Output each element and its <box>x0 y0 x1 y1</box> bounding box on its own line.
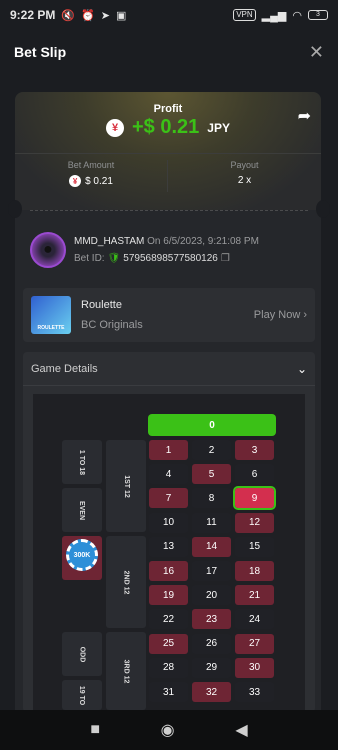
roulette-number-cell: 33 <box>235 682 274 702</box>
bet-amount-value-row: ¥ $ 0.21 <box>15 175 167 187</box>
roulette-number-cell: 32 <box>192 682 231 702</box>
copy-icon[interactable]: ❐ <box>221 253 230 264</box>
card-divider <box>15 153 321 154</box>
roulette-number-cell: 12 <box>235 512 274 533</box>
ticket-separator <box>30 210 308 211</box>
status-right: VPN ▂▄▆ ◠ 3 <box>233 9 328 22</box>
roulette-number-cell: 29 <box>192 657 231 678</box>
roulette-number-cell: 6 <box>235 464 274 485</box>
avatar[interactable]: ● <box>30 232 66 268</box>
payout-label: Payout <box>230 160 259 170</box>
roulette-number-cell: 15 <box>235 536 274 557</box>
outside-19-to-36: 19 TO <box>62 680 102 710</box>
roulette-number-cell: 20 <box>192 585 231 606</box>
game-provider: BC Originals <box>81 319 143 331</box>
roulette-number-cell: 22 <box>149 609 188 630</box>
roulette-thumbnail: ROULETTE <box>31 296 71 334</box>
roulette-number-cell: 10 <box>149 512 188 533</box>
bet-id-value: 57956898577580126 <box>123 253 218 264</box>
roulette-number-cell: 19 <box>149 585 188 606</box>
roulette-number-cell: 23 <box>192 609 231 630</box>
roulette-number-cell: 1 <box>149 440 188 460</box>
share-icon[interactable]: ➦ <box>298 106 311 126</box>
roulette-zero: 0 <box>148 414 276 436</box>
roulette-number-cell: 30 <box>235 657 274 678</box>
profit-value: +$ 0.21 <box>132 116 200 138</box>
profit-row: ¥ +$ 0.21 JPY <box>15 116 321 139</box>
back-button[interactable]: ◀ <box>235 720 247 740</box>
verified-shield-icon: 🛡 <box>107 253 121 264</box>
roulette-number-cell: 3 <box>235 440 274 460</box>
status-bar: 9:22 PM 🔇 ⏰ ➤ ▣ VPN ▂▄▆ ◠ 3 <box>0 0 338 30</box>
lock-icon: ▣ <box>115 9 127 22</box>
status-notification-icons: 🔇 ⏰ ➤ ▣ <box>61 9 126 22</box>
jpy-coin-icon: ¥ <box>69 175 82 187</box>
mute-icon: 🔇 <box>61 9 76 22</box>
outside-1-to-18: 1 TO 18 <box>62 440 102 484</box>
game-details-header[interactable]: Game Details ⌄ <box>23 352 315 386</box>
bet-id-label: Bet ID: <box>74 253 105 264</box>
user-line: MMD_HASTAM On 6/5/2023, 9:21:08 PM <box>74 236 259 247</box>
roulette-number-cell: 26 <box>192 633 231 654</box>
roulette-number-cell: 4 <box>149 464 188 485</box>
bet-amount: Bet Amount ¥ $ 0.21 <box>15 160 168 192</box>
username[interactable]: MMD_HASTAM <box>74 236 144 247</box>
status-time: 9:22 PM <box>10 8 56 22</box>
outside-even: EVEN <box>62 488 102 532</box>
roulette-number-cell: 25 <box>149 633 188 654</box>
payout: Payout 2 x <box>168 160 321 186</box>
battery-icon: 3 <box>308 10 328 20</box>
game-card[interactable]: ROULETTE Roulette BC Originals Play Now … <box>23 288 315 342</box>
outside-odd: ODD <box>62 632 102 676</box>
play-now-label: Play Now <box>253 309 301 321</box>
roulette-number-cell: 13 <box>149 536 188 557</box>
payout-value: 2 x <box>237 175 252 186</box>
close-icon[interactable]: ✕ <box>309 42 324 63</box>
profit-currency: JPY <box>207 120 230 135</box>
android-nav-bar: ■ ◉ ◀ <box>0 710 338 750</box>
roulette-number-cell: 21 <box>235 585 274 606</box>
chevron-down-icon[interactable]: ⌄ <box>297 362 307 376</box>
roulette-number-cell: 7 <box>149 488 188 509</box>
profit-label: Profit <box>153 103 183 115</box>
roulette-number-cell: 24 <box>235 609 274 630</box>
bet-timestamp: On 6/5/2023, 9:21:08 PM <box>147 236 259 247</box>
dozen-3rd: 3RD 12 <box>106 632 146 710</box>
roulette-number-cell: 16 <box>149 561 188 581</box>
dozen-1st: 1ST 12 <box>106 440 146 532</box>
bet-amount-label: Bet Amount <box>67 160 115 170</box>
bet-amount-value: $ 0.21 <box>85 175 113 187</box>
roulette-number-cell: 14 <box>192 536 231 557</box>
signal-icon: ▂▄▆ <box>261 9 287 22</box>
profit-card: Profit ¥ +$ 0.21 JPY ➦ Bet Amount ¥ $ 0.… <box>15 92 321 210</box>
alarm-icon: ⏰ <box>81 9 95 22</box>
game-details-label: Game Details <box>31 362 98 375</box>
bet-id-row: Bet ID: 🛡 57956898577580126 ❐ <box>74 253 259 264</box>
vpn-badge: VPN <box>233 9 256 21</box>
roulette-number-cell: 8 <box>192 488 231 509</box>
telegram-icon: ➤ <box>100 9 110 22</box>
game-name: Roulette <box>81 299 122 311</box>
home-button[interactable]: ◉ <box>161 720 175 740</box>
roulette-number-cell: 28 <box>149 657 188 678</box>
dozen-2nd: 2ND 12 <box>106 536 146 628</box>
roulette-number-cell: 17 <box>192 561 231 581</box>
page-title: Bet Slip <box>14 44 67 60</box>
bet-slip-header: Bet Slip ✕ <box>0 32 338 72</box>
play-now-link[interactable]: Play Now › <box>254 309 307 321</box>
roulette-number-cell: 2 <box>192 440 231 460</box>
bet-chip: 300K <box>66 539 98 571</box>
ticket-notch-left <box>8 200 22 218</box>
roulette-number-cell: 18 <box>235 561 274 581</box>
roulette-number-cell: 31 <box>149 682 188 702</box>
roulette-number-cell: 9 <box>233 486 276 511</box>
roulette-number-cell: 27 <box>235 633 274 654</box>
user-info: ● MMD_HASTAM On 6/5/2023, 9:21:08 PM Bet… <box>30 232 259 268</box>
wifi-icon: ◠ <box>292 9 302 22</box>
jpy-coin-icon: ¥ <box>106 118 124 137</box>
ticket-notch-right <box>316 200 330 218</box>
recents-button[interactable]: ■ <box>90 721 100 739</box>
roulette-number-cell: 5 <box>192 464 231 485</box>
roulette-number-cell: 11 <box>192 512 231 533</box>
